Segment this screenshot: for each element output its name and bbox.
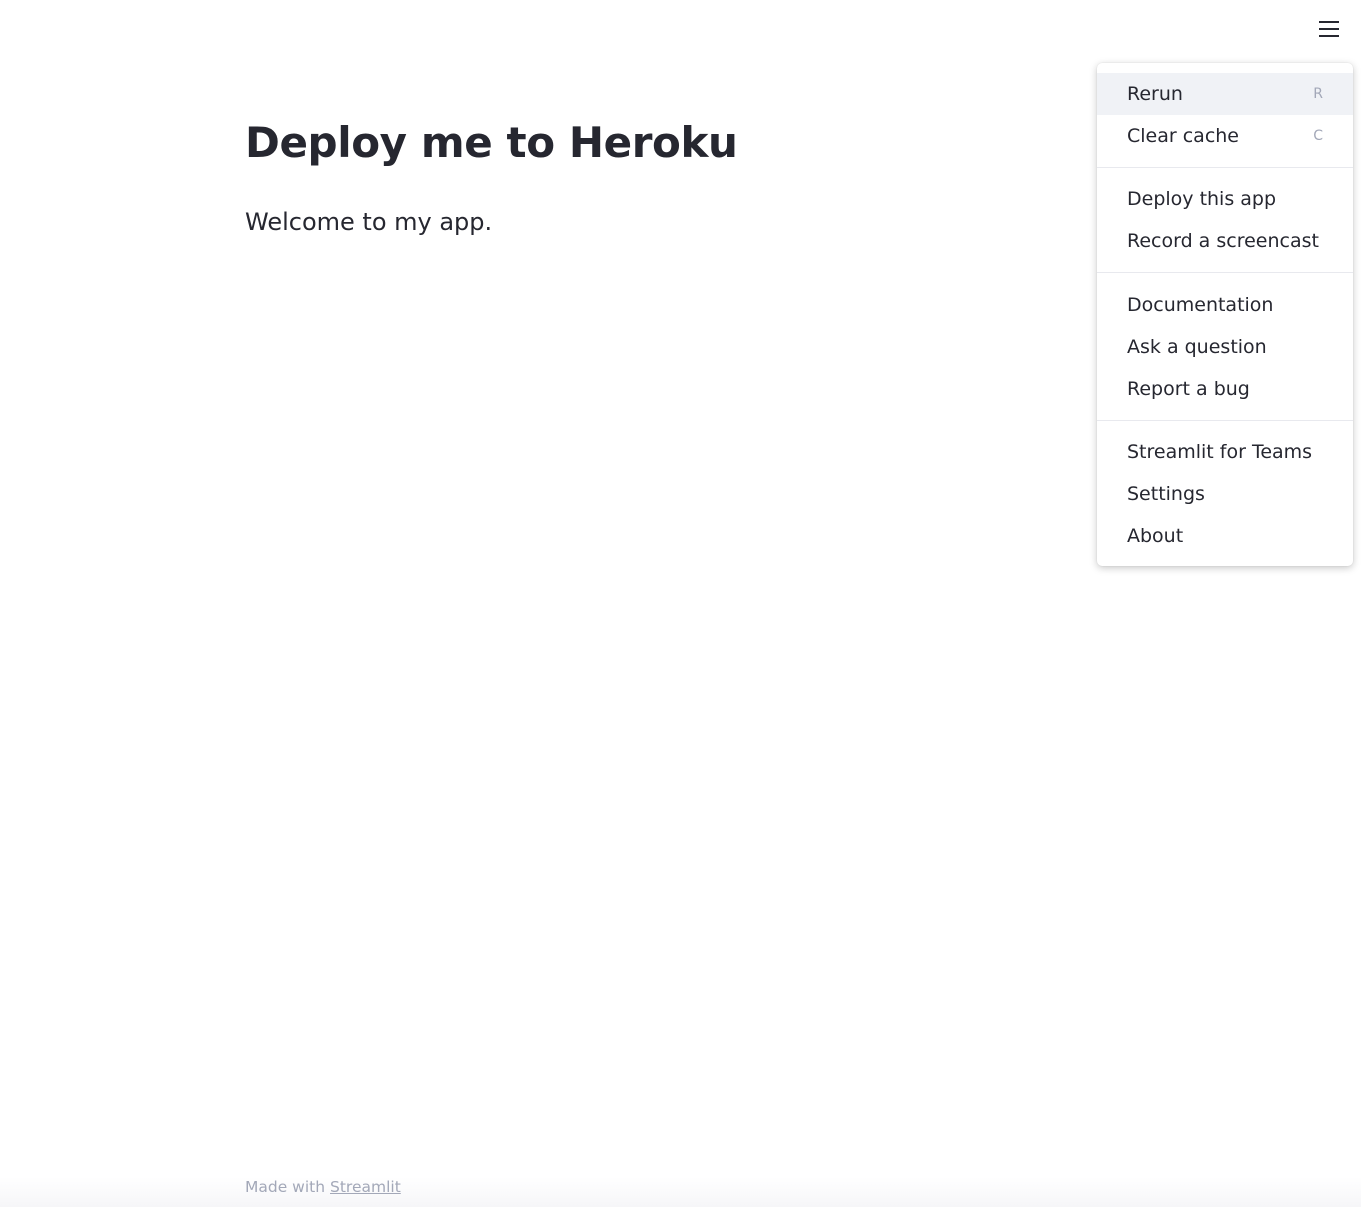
main-menu-dropdown: Rerun R Clear cache C Deploy this app Re… — [1097, 63, 1353, 566]
footer-text: Made with — [245, 1178, 330, 1196]
menu-divider — [1097, 167, 1353, 168]
menu-item-settings[interactable]: Settings — [1097, 473, 1353, 515]
menu-item-documentation[interactable]: Documentation — [1097, 284, 1353, 326]
footer-shadow — [0, 1177, 1361, 1207]
menu-item-label: Record a screencast — [1127, 230, 1319, 252]
page-title: Deploy me to Heroku — [245, 118, 738, 167]
menu-item-label: About — [1127, 525, 1184, 547]
menu-item-label: Documentation — [1127, 294, 1274, 316]
streamlit-link[interactable]: Streamlit — [330, 1178, 401, 1196]
menu-divider — [1097, 272, 1353, 273]
menu-item-label: Clear cache — [1127, 125, 1239, 147]
shortcut-hint: R — [1313, 86, 1323, 102]
welcome-text: Welcome to my app. — [245, 208, 493, 236]
menu-item-label: Streamlit for Teams — [1127, 441, 1313, 463]
menu-item-rerun[interactable]: Rerun R — [1097, 73, 1353, 115]
menu-item-label: Ask a question — [1127, 336, 1267, 358]
menu-item-deploy[interactable]: Deploy this app — [1097, 178, 1353, 220]
menu-item-ask-question[interactable]: Ask a question — [1097, 326, 1353, 368]
hamburger-menu-icon[interactable] — [1317, 18, 1341, 42]
menu-item-streamlit-teams[interactable]: Streamlit for Teams — [1097, 431, 1353, 473]
app-page: Deploy me to Heroku Welcome to my app. M… — [0, 0, 1361, 1207]
menu-item-label: Deploy this app — [1127, 188, 1277, 210]
shortcut-hint: C — [1313, 128, 1323, 144]
menu-item-about[interactable]: About — [1097, 515, 1353, 557]
menu-divider — [1097, 420, 1353, 421]
menu-item-label: Settings — [1127, 483, 1205, 505]
menu-item-clear-cache[interactable]: Clear cache C — [1097, 115, 1353, 157]
menu-item-label: Rerun — [1127, 83, 1183, 105]
menu-item-report-bug[interactable]: Report a bug — [1097, 368, 1353, 410]
menu-item-record-screencast[interactable]: Record a screencast — [1097, 220, 1353, 262]
footer: Made with Streamlit — [245, 1178, 401, 1196]
menu-item-label: Report a bug — [1127, 378, 1250, 400]
